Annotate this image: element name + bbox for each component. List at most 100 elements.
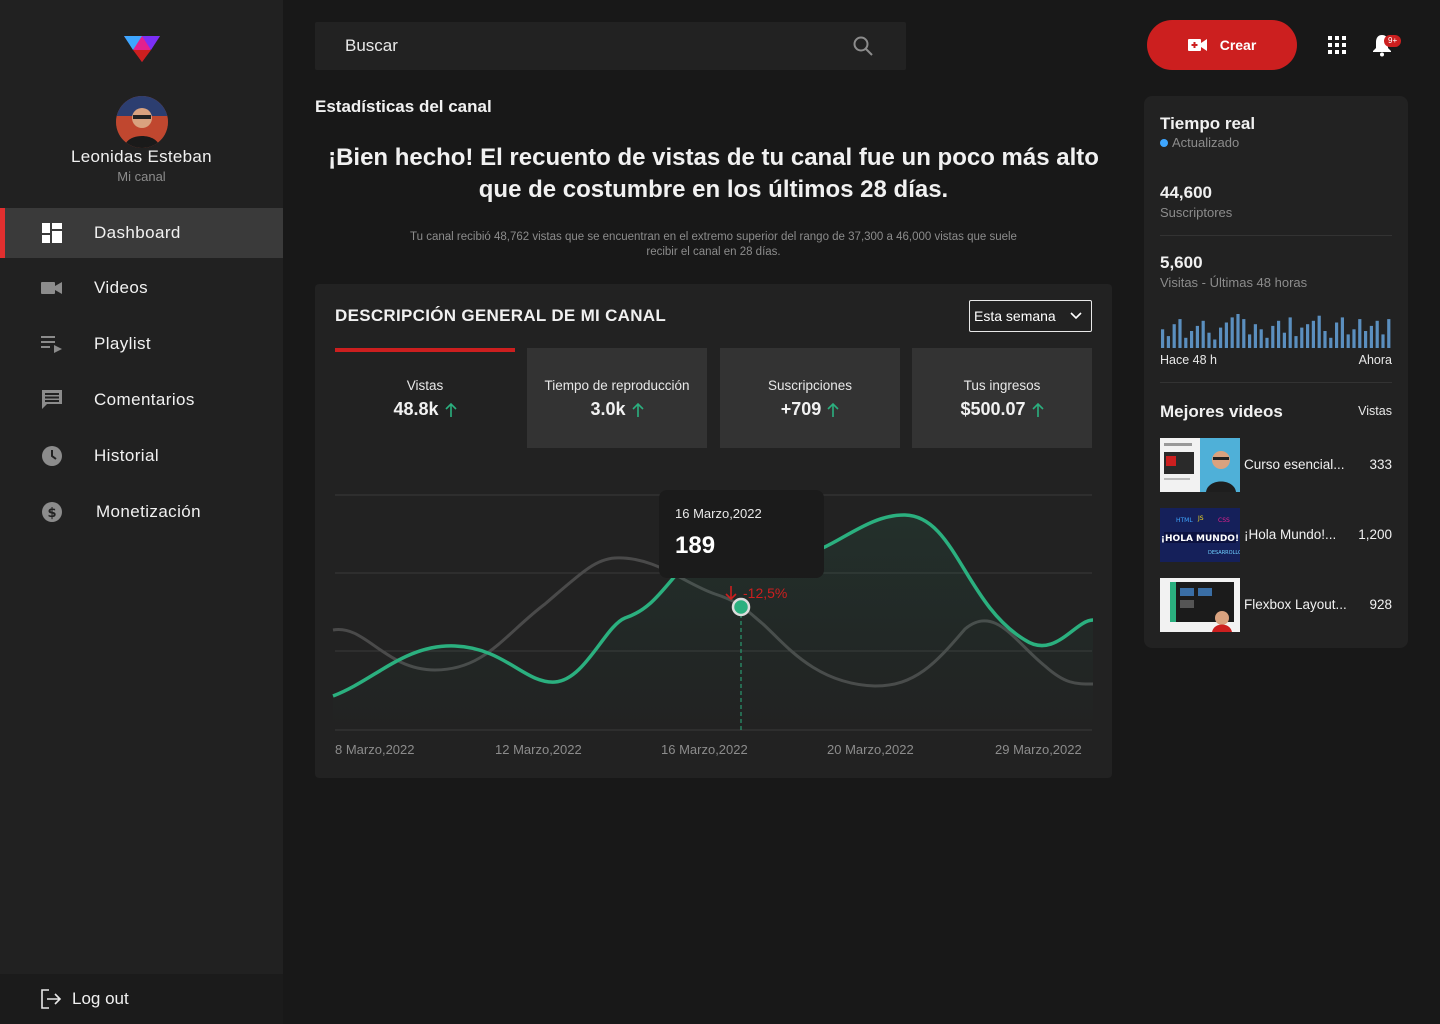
avatar[interactable] xyxy=(116,96,168,148)
subscribers-label: Suscriptores xyxy=(1160,205,1233,220)
realtime-bar xyxy=(1265,337,1269,348)
live-dot-icon xyxy=(1160,138,1168,147)
realtime-bar xyxy=(1213,339,1217,348)
realtime-bar xyxy=(1387,319,1391,348)
realtime-bar xyxy=(1381,334,1385,348)
video-thumbnail xyxy=(1160,438,1240,492)
x-tick-label: 16 Marzo,2022 xyxy=(661,742,748,757)
video-views: 333 xyxy=(1369,457,1392,472)
realtime-bar xyxy=(1369,325,1373,348)
x-tick-label: 20 Marzo,2022 xyxy=(827,742,914,757)
realtime-bar xyxy=(1172,324,1176,348)
realtime-bar xyxy=(1248,334,1252,348)
summary-text: Tu canal recibió 48,762 vistas que se en… xyxy=(410,231,1017,258)
realtime-bar xyxy=(1184,337,1188,348)
realtime-bar xyxy=(1259,329,1263,348)
search-icon[interactable] xyxy=(852,35,874,57)
logout-icon xyxy=(41,989,62,1009)
divider xyxy=(1160,235,1392,236)
realtime-bar xyxy=(1282,332,1286,348)
realtime-bar xyxy=(1300,327,1304,348)
dashboard-icon xyxy=(40,221,64,245)
realtime-bar xyxy=(1230,317,1234,348)
realtime-bar xyxy=(1311,320,1315,348)
range-start-label: Hace 48 h xyxy=(1160,353,1217,367)
realtime-title: Tiempo real xyxy=(1160,114,1256,133)
video-camera-icon xyxy=(40,276,64,300)
sidebar-item-playlist[interactable]: Playlist xyxy=(0,316,283,372)
apps-grid-icon[interactable] xyxy=(1327,35,1347,55)
realtime-bar xyxy=(1271,325,1275,348)
realtime-bar xyxy=(1166,336,1170,348)
x-tick-label: 8 Marzo,2022 xyxy=(335,742,415,757)
channel-overview-card: DESCRIPCIÓN GENERAL DE MI CANAL Esta sem… xyxy=(315,284,1112,778)
clock-icon xyxy=(40,444,64,468)
svg-text:CSS: CSS xyxy=(1218,517,1230,524)
views-column-header: Vistas xyxy=(1358,404,1392,418)
realtime-bar-chart xyxy=(1161,314,1391,348)
divider xyxy=(1160,382,1392,383)
subscribers-value: 44,600 xyxy=(1160,183,1212,202)
user-name: Leonidas Esteban xyxy=(71,147,212,166)
views-value: 5,600 xyxy=(1160,253,1203,272)
sidebar: Leonidas Esteban Mi canal Dashboard Vide… xyxy=(0,0,283,1024)
video-title: ¡Hola Mundo!... xyxy=(1244,527,1337,542)
realtime-bar xyxy=(1323,331,1327,348)
logout-button[interactable]: Log out xyxy=(0,974,283,1024)
best-videos-title: Mejores videos xyxy=(1160,402,1283,421)
realtime-bar xyxy=(1358,319,1362,348)
sidebar-item-monetizacion[interactable]: $ Monetización xyxy=(0,484,283,540)
video-thumbnail: ¡HOLA MUNDO! HTML JS CSS DESARROLLO xyxy=(1160,508,1240,562)
sidebar-item-comentarios[interactable]: Comentarios xyxy=(0,372,283,428)
sidebar-item-label: Playlist xyxy=(94,334,152,353)
video-title: Flexbox Layout... xyxy=(1244,597,1347,612)
realtime-bar xyxy=(1236,314,1240,348)
realtime-bar xyxy=(1253,324,1257,348)
realtime-bar xyxy=(1190,331,1194,348)
search-input[interactable] xyxy=(345,22,825,70)
user-channel-link[interactable]: Mi canal xyxy=(0,169,283,184)
sidebar-item-label: Historial xyxy=(94,446,160,465)
notification-badge: 9+ xyxy=(1384,35,1402,47)
svg-text:$: $ xyxy=(47,506,56,521)
views-label: Visitas - Últimas 48 horas xyxy=(1160,275,1308,290)
sidebar-item-dashboard[interactable]: Dashboard xyxy=(0,208,283,258)
search-bar xyxy=(315,22,906,70)
realtime-bar xyxy=(1329,337,1333,348)
svg-text:JS: JS xyxy=(1197,515,1204,522)
video-row[interactable]: Curso esencial... 333 xyxy=(1160,438,1392,492)
sidebar-item-historial[interactable]: Historial xyxy=(0,428,283,484)
tooltip-value: 189 xyxy=(675,532,716,559)
realtime-bar xyxy=(1346,334,1350,348)
realtime-bar xyxy=(1242,319,1246,348)
delta-percentage: -12,5% xyxy=(743,585,788,601)
realtime-bar xyxy=(1340,317,1344,348)
realtime-bar xyxy=(1161,329,1165,348)
realtime-status-label: Actualizado xyxy=(1172,135,1240,150)
realtime-bar xyxy=(1375,320,1379,348)
video-thumbnail xyxy=(1160,578,1240,632)
create-button[interactable]: Crear xyxy=(1147,20,1297,70)
logout-label: Log out xyxy=(72,989,129,1008)
realtime-status: Actualizado xyxy=(1160,135,1239,150)
sidebar-item-videos[interactable]: Videos xyxy=(0,260,283,316)
svg-text:DESARROLLO: DESARROLLO xyxy=(1208,550,1240,556)
realtime-bar xyxy=(1364,331,1368,348)
brand-logo[interactable] xyxy=(122,32,162,64)
realtime-bar xyxy=(1195,325,1199,348)
range-end-label: Ahora xyxy=(1358,353,1392,367)
video-row[interactable]: ¡HOLA MUNDO! HTML JS CSS DESARROLLO ¡Hola Mu… xyxy=(1160,508,1392,562)
x-tick-label: 29 Marzo,2022 xyxy=(995,742,1082,757)
sidebar-nav: Dashboard Videos Playlist Comentarios Hi… xyxy=(0,208,283,540)
realtime-bar xyxy=(1352,329,1356,348)
video-views: 928 xyxy=(1369,597,1392,612)
headline: ¡Bien hecho! El recuento de vistas de tu… xyxy=(328,144,1099,203)
sidebar-item-label: Monetización xyxy=(96,502,201,521)
comment-icon xyxy=(40,388,64,412)
sidebar-item-label: Videos xyxy=(94,278,149,297)
sidebar-item-label: Comentarios xyxy=(94,390,195,409)
x-tick-label: 12 Marzo,2022 xyxy=(495,742,582,757)
realtime-bar xyxy=(1288,317,1292,348)
video-row[interactable]: Flexbox Layout... 928 xyxy=(1160,578,1392,632)
playlist-icon xyxy=(40,332,64,356)
